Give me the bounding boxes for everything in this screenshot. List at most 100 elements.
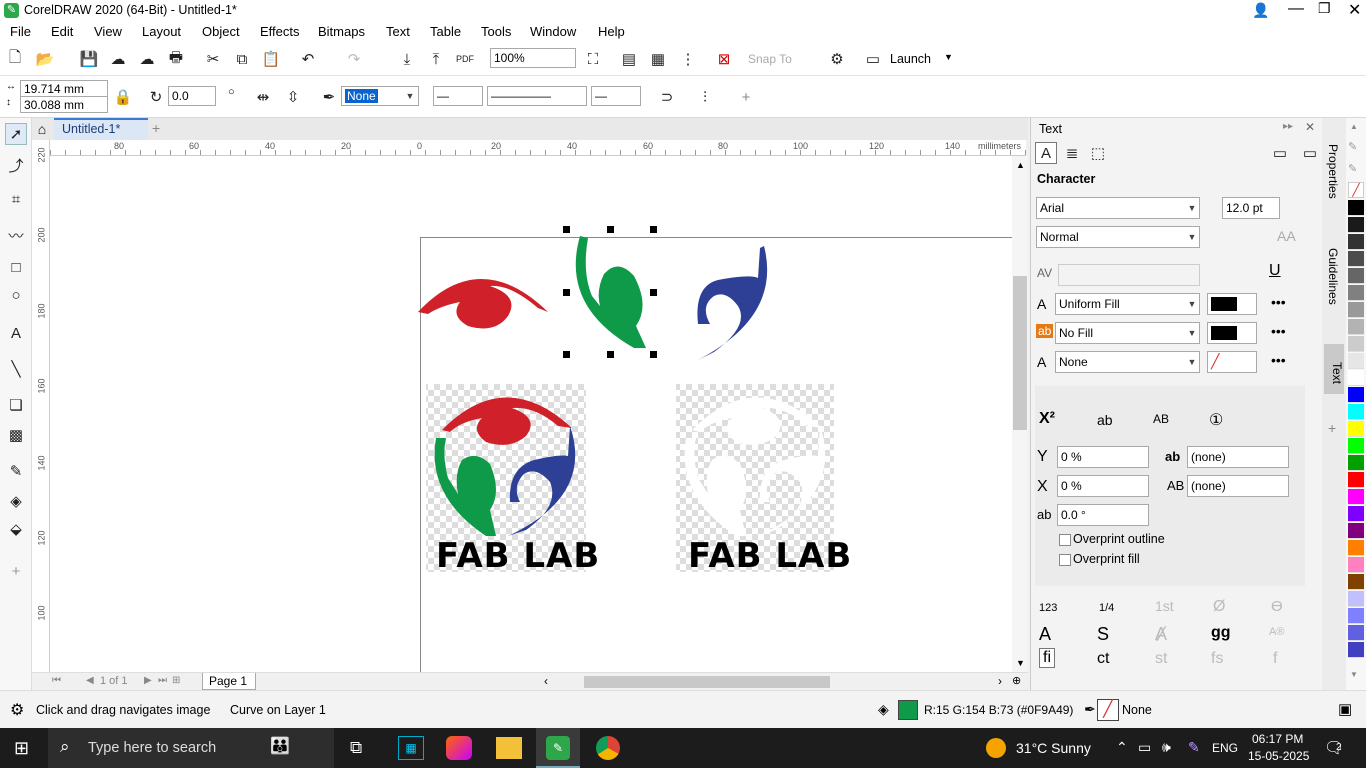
rectangle-tool-icon[interactable]: □ [5,256,27,278]
close-curve-icon[interactable]: ⊃ [656,86,678,108]
color-swatch[interactable] [1348,523,1364,539]
start-arrowhead-dropdown[interactable]: — [433,86,483,106]
ellipse-tool-icon[interactable]: ○ [5,284,27,306]
next-page-icon[interactable]: ▶ [144,675,152,686]
paste-icon[interactable]: 📋 [260,48,282,70]
more-options-icon[interactable]: ••• [1271,294,1286,310]
menu-help[interactable]: Help [598,24,625,39]
chevron-down-icon[interactable]: ▼ [1185,295,1199,313]
kerning-field[interactable] [1058,264,1200,286]
color-swatch[interactable] [1348,438,1364,454]
swash-s-icon[interactable]: S [1097,624,1109,645]
add-icon[interactable]: + [735,86,757,108]
alt-a-icon[interactable]: Ⱥ [1155,624,1167,645]
color-swatch[interactable] [1348,591,1364,607]
eyedropper-tool-icon[interactable]: ✎ [5,460,27,482]
settings-gear-icon[interactable]: ⚙ [10,700,24,720]
font-size-field[interactable]: 12.0 pt [1222,197,1280,219]
overprint-fill-checkbox[interactable] [1059,554,1071,566]
pick-tool-icon[interactable]: ➚ [5,123,27,145]
color-swatch[interactable] [1348,608,1364,624]
save-icon[interactable]: 💾 [78,48,100,70]
all-caps-icon[interactable]: AA [1277,228,1296,244]
color-swatch[interactable] [1348,506,1364,522]
chevron-down-icon[interactable]: ▼ [1185,228,1199,246]
color-swatch[interactable] [1348,217,1364,233]
rotation-angle-field[interactable]: 0.0 [168,86,216,106]
overprint-outline-checkbox[interactable] [1059,534,1071,546]
crop-tool-icon[interactable]: ⌗ [5,188,27,210]
chevron-down-icon[interactable]: ▼ [1185,324,1199,342]
color-swatch[interactable] [1348,336,1364,352]
pen-icon[interactable]: ✎ [1188,739,1200,756]
no-color-swatch[interactable]: ╱ [1348,182,1364,198]
wrap-text-icon[interactable]: ⫶ [694,86,716,108]
task-view-icon[interactable]: ⧉ [350,738,362,758]
scroll-down-icon[interactable]: ▼ [1016,658,1025,668]
drawing-canvas[interactable]: FAB LAB FAB LAB [50,156,1012,674]
redo-icon[interactable]: ↷ [343,48,365,70]
menu-layout[interactable]: Layout [142,24,181,39]
color-swatch[interactable] [1348,540,1364,556]
zoom-level-field[interactable]: 100% [490,48,576,68]
color-swatch[interactable] [1348,574,1364,590]
tab-untitled-1[interactable]: Untitled-1* [54,118,148,140]
logo-text-fab-lab-2[interactable]: FAB LAB [688,536,852,576]
fs-ligature-icon[interactable]: fs [1211,650,1223,668]
horizontal-shift-field[interactable]: 0 % [1057,475,1149,497]
background-fill-color-swatch[interactable] [1207,322,1257,344]
color-swatch[interactable] [1348,370,1364,386]
copy-icon[interactable]: ⧉ [231,48,253,70]
eyedropper-icon[interactable]: ✎ [1348,140,1357,153]
input-language[interactable]: ENG [1212,741,1238,755]
account-icon[interactable]: 👤 [1252,2,1269,19]
menu-tools[interactable]: Tools [481,24,511,39]
position-dropdown-2[interactable]: (none) [1187,475,1289,497]
more-options-icon[interactable]: ••• [1271,323,1286,339]
last-page-icon[interactable]: ⏭ [158,675,167,686]
end-arrowhead-dropdown[interactable]: — [591,86,641,106]
color-swatch[interactable] [1348,455,1364,471]
line-style-dropdown[interactable]: ――――― [487,86,587,106]
scroll-up-icon[interactable]: ▲ [1016,160,1025,170]
color-swatch[interactable] [1348,421,1364,437]
position-dropdown-1[interactable]: (none) [1187,446,1289,468]
add-docker-icon[interactable]: + [1328,420,1336,436]
volume-icon[interactable]: 🕪 [1162,739,1171,756]
numeral-icon[interactable]: ① [1209,410,1223,430]
clock-time[interactable]: 06:17 PM [1252,732,1303,746]
color-swatch[interactable] [1348,285,1364,301]
outline-color-indicator[interactable]: ╱ [1097,699,1119,721]
menu-effects[interactable]: Effects [260,24,300,39]
minimize-button[interactable]: — [1288,0,1304,18]
properties-tab[interactable]: Properties [1326,144,1340,199]
paragraph-tab-icon[interactable]: ≣ [1061,142,1083,164]
menu-file[interactable]: File [10,24,31,39]
connector-tool-icon[interactable]: ╲ [5,358,27,380]
guidelines-tab[interactable]: Guidelines [1326,248,1340,305]
color-swatch[interactable] [1348,319,1364,335]
chrome-icon[interactable] [596,736,620,760]
close-window-button[interactable]: ✕ [1348,0,1361,20]
more-options-icon[interactable]: ••• [1271,352,1286,368]
windows-start-icon[interactable]: ⊞ [14,738,29,759]
interactive-fill-tool-icon[interactable]: ◈ [5,490,27,512]
cloud-upload-icon[interactable]: ☁ [107,48,129,70]
horizontal-scroll-thumb[interactable] [584,676,830,688]
ct-ligature-icon[interactable]: ct [1097,650,1109,668]
color-swatch[interactable] [1348,472,1364,488]
lock-ratio-icon[interactable]: 🔒 [112,86,134,108]
weather-text[interactable]: 31°C Sunny [1016,740,1091,756]
menu-bitmaps[interactable]: Bitmaps [318,24,365,39]
text-tool-icon[interactable]: A [5,322,27,344]
collapse-docker-icon[interactable]: ▸▸ [1283,121,1293,132]
color-swatch[interactable] [1348,387,1364,403]
new-document-icon[interactable]: 🗋 [4,48,26,70]
vertical-scroll-thumb[interactable] [1013,276,1027,430]
print-icon[interactable]: 🖶 [165,48,187,70]
drop-shadow-tool-icon[interactable]: ❏ [5,394,27,416]
close-docker-icon[interactable]: ✕ [1305,120,1315,134]
restore-button[interactable]: ❐ [1318,0,1331,17]
add-page-icon[interactable]: ⊞ [172,675,180,686]
chevron-down-icon[interactable]: ▼ [944,52,953,62]
